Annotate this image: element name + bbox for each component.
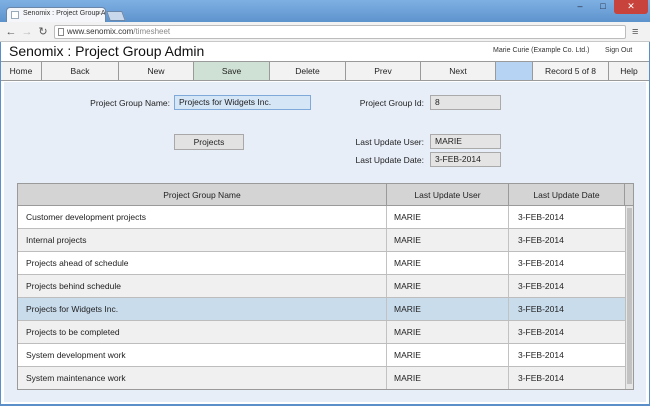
- cell-update-user: MARIE: [387, 344, 509, 366]
- table-row[interactable]: Projects ahead of schedule MARIE 3-FEB-2…: [18, 252, 625, 275]
- cell-update-date: 3-FEB-2014: [518, 373, 564, 383]
- window-close-icon[interactable]: ✕: [614, 0, 648, 14]
- sign-out-link[interactable]: Sign Out: [605, 47, 632, 54]
- help-button[interactable]: Help: [609, 62, 649, 80]
- group-name-field[interactable]: Projects for Widgets Inc.: [174, 95, 311, 110]
- cell-update-user: MARIE: [387, 298, 509, 320]
- page-icon: [58, 28, 64, 36]
- back-button[interactable]: Back: [42, 62, 119, 80]
- cell-update-date: 3-FEB-2014: [518, 281, 564, 291]
- user-name: Marie Curie (Example Co. Ltd.): [493, 47, 590, 54]
- table-row[interactable]: Projects behind schedule MARIE 3-FEB-201…: [18, 275, 625, 298]
- page-favicon-icon: [11, 11, 19, 19]
- browser-titlebar: Senomix : Project Group A × – □ ✕: [0, 0, 650, 22]
- table-row[interactable]: Internal projects MARIE 3-FEB-2014: [18, 229, 625, 252]
- url-host: www.senomix.com: [67, 27, 134, 36]
- table-row[interactable]: System development work MARIE 3-FEB-2014: [18, 344, 625, 367]
- cell-update-date: 3-FEB-2014: [518, 258, 564, 268]
- cell-update-user: MARIE: [387, 252, 509, 274]
- last-update-user-label: Last Update User:: [355, 137, 424, 147]
- cell-group-name: System maintenance work: [18, 367, 387, 389]
- column-header-name[interactable]: Project Group Name: [18, 184, 387, 206]
- cell-group-name: Customer development projects: [18, 206, 387, 228]
- new-button[interactable]: New: [119, 62, 194, 80]
- cell-group-name: Projects to be completed: [18, 321, 387, 343]
- projects-button[interactable]: Projects: [174, 134, 244, 150]
- table-row[interactable]: Projects to be completed MARIE 3-FEB-201…: [18, 321, 625, 344]
- group-name-label: Project Group Name:: [90, 98, 170, 108]
- cell-update-user: MARIE: [387, 367, 509, 389]
- cell-group-name: Projects ahead of schedule: [18, 252, 387, 274]
- table-header: Project Group Name Last Update User Last…: [18, 184, 633, 206]
- action-bar: Home Back New Save Delete Prev Next Reco…: [1, 61, 649, 81]
- page-title: Senomix : Project Group Admin: [9, 43, 205, 59]
- project-group-table: Project Group Name Last Update User Last…: [17, 183, 634, 390]
- last-update-date-field: 3-FEB-2014: [430, 152, 501, 167]
- cell-update-date: 3-FEB-2014: [518, 304, 564, 314]
- delete-button[interactable]: Delete: [270, 62, 346, 80]
- record-indicator: Record 5 of 8: [533, 62, 609, 80]
- save-button[interactable]: Save: [194, 62, 270, 80]
- table-scrollbar[interactable]: [625, 206, 633, 389]
- app-window: Senomix : Project Group Admin Marie Curi…: [1, 42, 649, 404]
- content-panel: Project Group Name: Projects for Widgets…: [4, 82, 646, 402]
- browser-tab[interactable]: Senomix : Project Group A ×: [6, 7, 106, 22]
- last-update-date-label: Last Update Date:: [355, 155, 424, 165]
- cell-update-date: 3-FEB-2014: [518, 350, 564, 360]
- group-id-label: Project Group Id:: [359, 98, 424, 108]
- cell-group-name: Internal projects: [18, 229, 387, 251]
- cell-update-date: 3-FEB-2014: [518, 327, 564, 337]
- back-arrow-icon[interactable]: ←: [4, 25, 18, 39]
- last-update-user-field: MARIE: [430, 134, 501, 149]
- browser-menu-icon[interactable]: ≡: [632, 25, 638, 39]
- new-tab-button[interactable]: [106, 11, 126, 21]
- column-header-date[interactable]: Last Update Date: [509, 184, 625, 206]
- cell-update-date: 3-FEB-2014: [518, 235, 564, 245]
- url-path: /timesheet: [133, 27, 171, 36]
- table-row[interactable]: Customer development projects MARIE 3-FE…: [18, 206, 625, 229]
- cell-group-name: System development work: [18, 344, 387, 366]
- tab-close-icon[interactable]: ×: [97, 10, 101, 17]
- reload-icon[interactable]: ↻: [36, 25, 50, 39]
- table-row[interactable]: Projects for Widgets Inc. MARIE 3-FEB-20…: [18, 298, 625, 321]
- home-button[interactable]: Home: [1, 62, 42, 80]
- cell-update-user: MARIE: [387, 206, 509, 228]
- cell-group-name: Projects behind schedule: [18, 275, 387, 297]
- browser-toolbar: ← → ↻ www.senomix.com/timesheet ≡: [0, 22, 650, 42]
- cell-group-name: Projects for Widgets Inc.: [18, 298, 387, 320]
- window-minimize-icon[interactable]: –: [568, 0, 592, 14]
- window-maximize-icon[interactable]: □: [592, 0, 614, 14]
- cell-update-user: MARIE: [387, 275, 509, 297]
- group-id-field: 8: [430, 95, 501, 110]
- app-header: Senomix : Project Group Admin Marie Curi…: [1, 42, 649, 61]
- address-bar[interactable]: www.senomix.com/timesheet: [54, 25, 626, 39]
- cell-update-user: MARIE: [387, 321, 509, 343]
- scrollbar-thumb[interactable]: [627, 208, 632, 384]
- next-button[interactable]: Next: [421, 62, 496, 80]
- tab-title: Senomix : Project Group A: [23, 10, 106, 17]
- cell-update-user: MARIE: [387, 229, 509, 251]
- cell-update-date: 3-FEB-2014: [518, 212, 564, 222]
- column-header-user[interactable]: Last Update User: [387, 184, 509, 206]
- blank-button[interactable]: [496, 62, 533, 80]
- prev-button[interactable]: Prev: [346, 62, 421, 80]
- forward-arrow-icon[interactable]: →: [20, 25, 34, 39]
- table-row[interactable]: System maintenance work MARIE 3-FEB-2014: [18, 367, 625, 389]
